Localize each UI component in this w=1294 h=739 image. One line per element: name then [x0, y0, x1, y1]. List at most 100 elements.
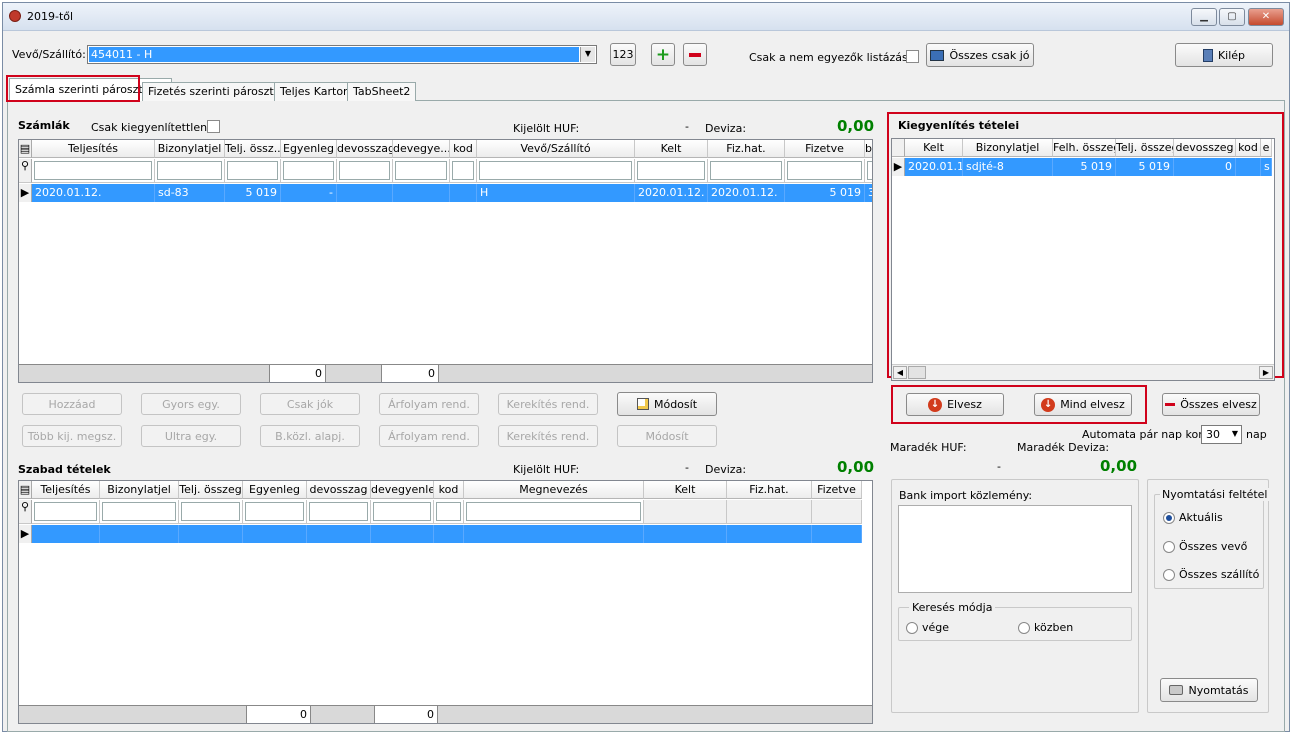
col-header[interactable]: Teljesítés: [32, 140, 155, 158]
radio-kozben[interactable]: közben: [1018, 621, 1073, 634]
filter-input[interactable]: [283, 161, 334, 180]
csak-jok-button[interactable]: Csak jók: [260, 393, 360, 415]
col-header[interactable]: devosszag: [337, 140, 393, 158]
col-header[interactable]: kod: [1236, 139, 1261, 157]
filter-input[interactable]: [227, 161, 278, 180]
col-header[interactable]: Megnevezés: [464, 481, 644, 499]
osszes-elvesz-button[interactable]: Összes elvesz: [1162, 393, 1260, 416]
filter-input[interactable]: [452, 161, 474, 180]
col-header[interactable]: Teljesítés: [32, 481, 100, 499]
bkozl-alapj-button[interactable]: B.közl. alapj.: [260, 425, 360, 447]
col-header[interactable]: e: [1261, 139, 1272, 157]
col-header[interactable]: Egyenleg: [243, 481, 307, 499]
col-header[interactable]: Bizonylatjel: [100, 481, 179, 499]
filter-input[interactable]: [479, 161, 632, 180]
scroll-left-icon[interactable]: ◀: [893, 366, 907, 379]
col-header[interactable]: b...: [865, 140, 872, 158]
col-header[interactable]: Felh. összeg: [1053, 139, 1116, 157]
ultra-egy-button[interactable]: Ultra egy.: [141, 425, 241, 447]
col-header[interactable]: Kelt: [635, 140, 708, 158]
radio-osszes-szallito[interactable]: Összes szállító: [1163, 568, 1259, 581]
filter-input[interactable]: [787, 161, 862, 180]
modosit-button-2[interactable]: Módosít: [617, 425, 717, 447]
col-header[interactable]: Bizonylatjel: [155, 140, 225, 158]
kerekites-rend-button-2[interactable]: Kerekítés rend.: [498, 425, 598, 447]
filter-input[interactable]: [309, 502, 368, 521]
mind-elvesz-button[interactable]: ↓ Mind elvesz: [1034, 393, 1132, 416]
tab-tabsheet2[interactable]: TabSheet2: [347, 82, 417, 101]
col-header[interactable]: Fizetve: [812, 481, 862, 499]
filter-input[interactable]: [436, 502, 461, 521]
table-row[interactable]: ▶ 2020.01.12. sdjté-8 5 019 5 019 0 s: [892, 158, 1272, 176]
radio-osszes-vevo[interactable]: Összes vevő: [1163, 540, 1247, 553]
col-header[interactable]: devegye...: [393, 140, 450, 158]
col-header[interactable]: Egyenleg: [281, 140, 337, 158]
filter-input[interactable]: [181, 502, 240, 521]
csak-checkbox[interactable]: [906, 50, 919, 63]
col-header[interactable]: devosszeg: [1174, 139, 1236, 157]
filter-input[interactable]: [34, 161, 152, 180]
horizontal-scrollbar[interactable]: ◀ ▶: [892, 364, 1274, 380]
col-header[interactable]: Kelt: [905, 139, 963, 157]
filter-input[interactable]: [637, 161, 705, 180]
automata-select[interactable]: 30 ▼: [1201, 425, 1242, 444]
kilep-button[interactable]: Kilép: [1175, 43, 1273, 67]
nyomtatas-button[interactable]: Nyomtatás: [1160, 678, 1258, 702]
filter-input[interactable]: [34, 502, 97, 521]
hozzaad-button[interactable]: Hozzáad: [22, 393, 122, 415]
csak-kiegy-checkbox[interactable]: [207, 120, 220, 133]
table-row[interactable]: ▶: [19, 525, 862, 543]
col-header[interactable]: Telj. összeg: [1116, 139, 1174, 157]
remove-button[interactable]: [683, 43, 707, 66]
col-header[interactable]: Vevő/Szállító: [477, 140, 635, 158]
tab-karton[interactable]: Teljes Karton: [274, 82, 357, 101]
filter-input[interactable]: [867, 161, 872, 180]
filter-input[interactable]: [157, 161, 222, 180]
scroll-right-icon[interactable]: ▶: [1259, 366, 1273, 379]
radio-aktualis[interactable]: Aktuális: [1163, 511, 1223, 524]
filter-input[interactable]: [395, 161, 447, 180]
col-header[interactable]: Kelt: [644, 481, 727, 499]
col-header[interactable]: Fizetve: [785, 140, 865, 158]
col-header[interactable]: Fiz.hat.: [727, 481, 812, 499]
vevo-select[interactable]: 454011 - H ▼: [87, 45, 597, 64]
col-header[interactable]: devosszag: [307, 481, 371, 499]
table-row[interactable]: ▶ 2020.01.12. sd-83 5 019 - H 2020.01.12…: [19, 184, 872, 202]
elvesz-button[interactable]: ↓ Elvesz: [906, 393, 1004, 416]
tobb-kij-button[interactable]: Több kij. megsz.: [22, 425, 122, 447]
maximize-button[interactable]: ▢: [1219, 8, 1245, 26]
scroll-thumb[interactable]: [908, 366, 926, 379]
num-button[interactable]: 123: [610, 43, 636, 66]
col-header[interactable]: Fiz.hat.: [708, 140, 785, 158]
col-header[interactable]: kod: [434, 481, 464, 499]
bank-textarea[interactable]: [898, 505, 1132, 593]
modosit-button[interactable]: Módosít: [617, 392, 717, 416]
filter-input[interactable]: [466, 502, 641, 521]
col-header[interactable]: Telj. össz...: [225, 140, 281, 158]
col-header[interactable]: Bizonylatjel: [963, 139, 1053, 157]
filter-input[interactable]: [710, 161, 782, 180]
filter-input[interactable]: [373, 502, 431, 521]
add-button[interactable]: +: [651, 43, 675, 66]
arfolyam-rend-button[interactable]: Árfolyam rend.: [379, 393, 479, 415]
filter-input[interactable]: [102, 502, 176, 521]
kiegy-grid[interactable]: Kelt Bizonylatjel Felh. összeg Telj. öss…: [891, 138, 1275, 381]
minimize-button[interactable]: ▁: [1191, 8, 1217, 26]
arfolyam-rend-button-2[interactable]: Árfolyam rend.: [379, 425, 479, 447]
chevron-down-icon[interactable]: ▼: [580, 47, 595, 62]
szamlak-grid[interactable]: ▤ Teljesítés Bizonylatjel Telj. össz... …: [18, 139, 873, 383]
close-button[interactable]: ✕: [1248, 8, 1284, 26]
filter-input[interactable]: [245, 502, 304, 521]
filter-input[interactable]: [339, 161, 390, 180]
column-config-icon[interactable]: ▤: [19, 481, 32, 499]
kerekites-rend-button[interactable]: Kerekítés rend.: [498, 393, 598, 415]
osszes-jo-button[interactable]: Összes csak jó: [926, 43, 1034, 67]
col-header[interactable]: Telj. összeg: [179, 481, 243, 499]
col-header[interactable]: devegyenleg: [371, 481, 434, 499]
radio-vege[interactable]: vége: [906, 621, 949, 634]
gyors-egy-button[interactable]: Gyors egy.: [141, 393, 241, 415]
chevron-down-icon[interactable]: ▼: [1232, 429, 1238, 438]
szabad-grid[interactable]: ▤ Teljesítés Bizonylatjel Telj. összeg E…: [18, 480, 873, 724]
col-header[interactable]: kod: [450, 140, 477, 158]
column-config-icon[interactable]: ▤: [19, 140, 32, 158]
